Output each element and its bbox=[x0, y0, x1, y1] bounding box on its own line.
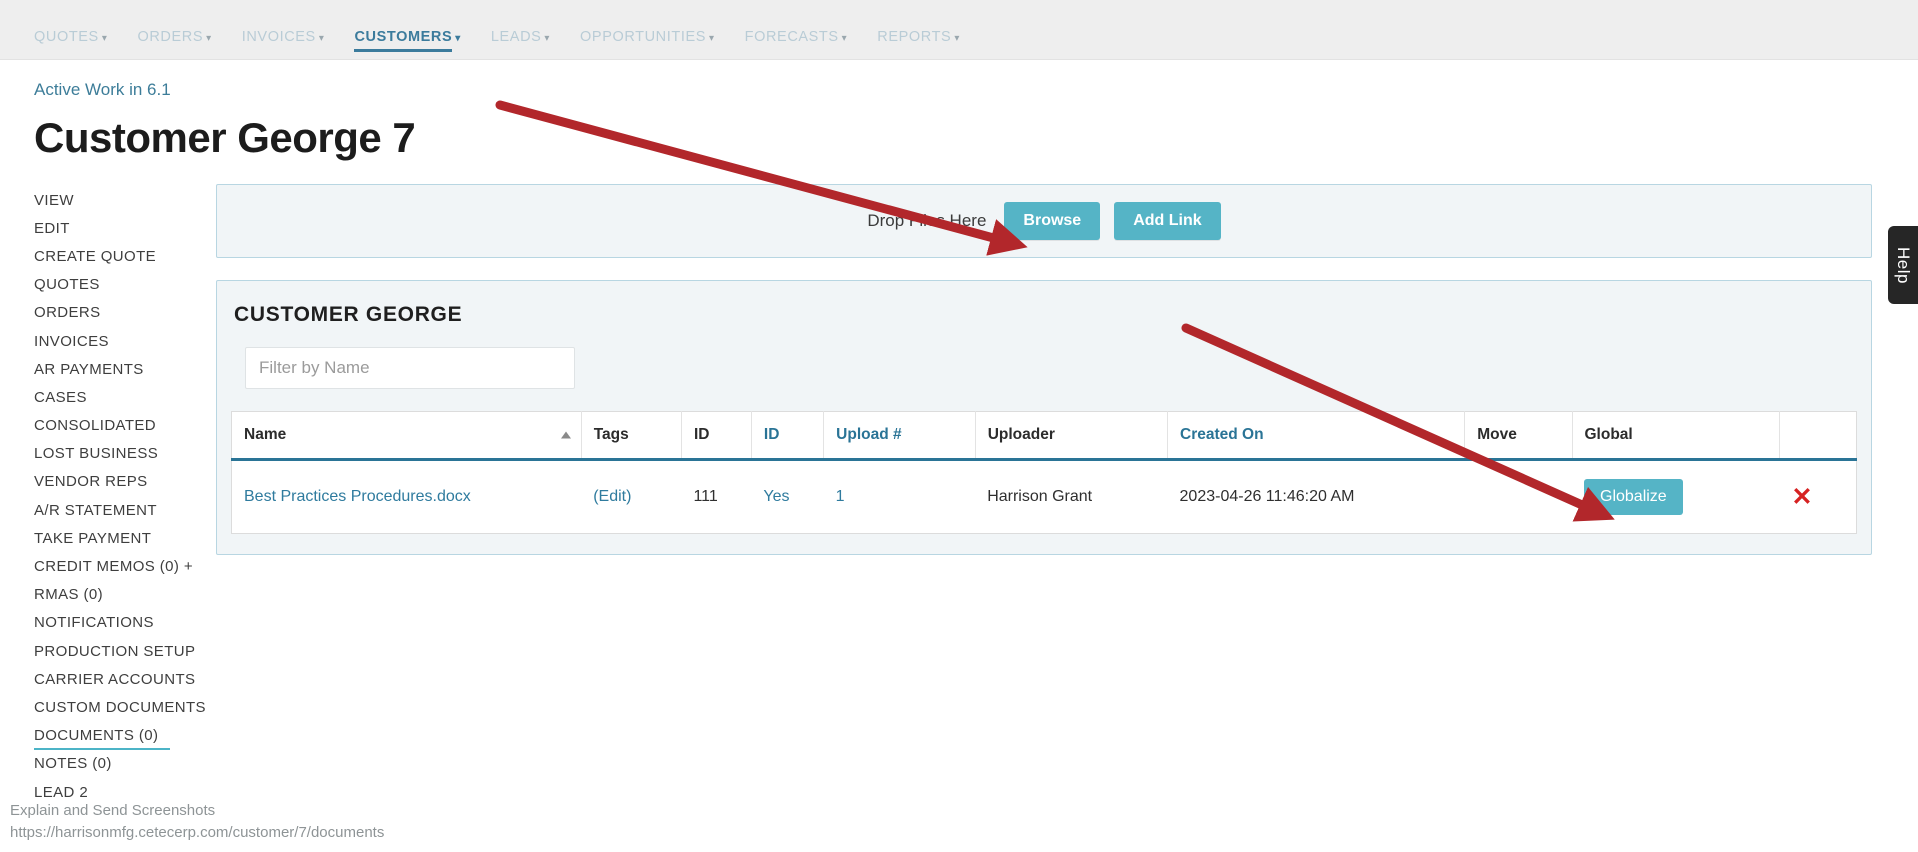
chevron-down-icon: ▾ bbox=[318, 33, 325, 44]
chevron-down-icon: ▾ bbox=[206, 33, 212, 44]
cell-document-name: Best Practices Procedures.docx bbox=[231, 459, 582, 534]
section-title: CUSTOMER GEORGE bbox=[234, 303, 463, 326]
column-header-tags[interactable]: Tags bbox=[581, 411, 682, 461]
column-header-id[interactable]: ID bbox=[681, 411, 752, 461]
column-header-actions bbox=[1779, 411, 1857, 461]
cell-id-link: Yes bbox=[751, 459, 824, 534]
documents-table: Name Tags ID ID Upload # Uploader Create… bbox=[231, 411, 1857, 534]
column-header-move[interactable]: Move bbox=[1464, 411, 1573, 461]
documents-table-header: Name Tags ID ID Upload # Uploader Create… bbox=[231, 411, 1857, 461]
sidebar-item-notes[interactable]: NOTES (0) bbox=[34, 750, 196, 778]
main-content: Drop Files Here Browse Add Link CUSTOMER… bbox=[196, 162, 1918, 555]
sidebar-item-production-setup[interactable]: PRODUCTION SETUP bbox=[34, 637, 196, 665]
nav-item-leads[interactable]: LEADS ▾ bbox=[491, 29, 550, 59]
page-title: Customer George 7 bbox=[34, 114, 416, 161]
add-link-button[interactable]: Add Link bbox=[1114, 202, 1221, 240]
sort-ascending-icon[interactable] bbox=[560, 431, 571, 439]
status-bar-url: https://harrisonmfg.cetecerp.com/custome… bbox=[10, 824, 385, 841]
id-yes-link[interactable]: Yes bbox=[763, 488, 789, 505]
column-header-name[interactable]: Name bbox=[231, 411, 582, 461]
sidebar-item-rmas[interactable]: RMAS (0) bbox=[34, 581, 196, 609]
browse-button[interactable]: Browse bbox=[1004, 202, 1101, 240]
globalize-button[interactable]: Globalize bbox=[1584, 479, 1683, 515]
table-header-row: Name Tags ID ID Upload # Uploader Create… bbox=[231, 411, 1857, 461]
sidebar-item-invoices[interactable]: INVOICES bbox=[34, 327, 196, 355]
nav-item-reports[interactable]: REPORTS ▾ bbox=[877, 29, 960, 59]
sidebar-item-notifications[interactable]: NOTIFICATIONS bbox=[34, 609, 196, 637]
top-navigation-bar: QUOTES ▾ ORDERS ▾ INVOICES ▾ CUSTOMERS ▾ LEA… bbox=[0, 0, 1918, 60]
sidebar-item-carrier-accounts[interactable]: CARRIER ACCOUNTS bbox=[34, 665, 196, 693]
table-row: Best Practices Procedures.docx (Edit) 11… bbox=[231, 459, 1857, 534]
breadcrumb[interactable]: Active Work in 6.1 bbox=[34, 80, 171, 100]
column-header-global[interactable]: Global bbox=[1572, 411, 1780, 461]
sidebar-item-cases[interactable]: CASES bbox=[34, 383, 196, 411]
nav-item-reports-label: REPORTS bbox=[877, 29, 952, 45]
sidebar-item-lost-business[interactable]: LOST BUSINESS bbox=[34, 440, 196, 468]
nav-item-customers[interactable]: CUSTOMERS ▾ bbox=[354, 29, 460, 59]
nav-item-opportunities-label: OPPORTUNITIES bbox=[580, 29, 707, 45]
chevron-down-icon: ▾ bbox=[954, 33, 960, 44]
column-header-name-label: Name bbox=[244, 426, 287, 443]
cell-tags: (Edit) bbox=[581, 459, 682, 534]
column-header-upload-number[interactable]: Upload # bbox=[823, 411, 976, 461]
nav-item-quotes-label: QUOTES bbox=[34, 29, 99, 45]
extension-overlay-title: Explain and Send Screenshots bbox=[10, 802, 216, 819]
sidebar-item-take-payment[interactable]: TAKE PAYMENT bbox=[34, 524, 196, 552]
sidebar-item-quotes[interactable]: QUOTES bbox=[34, 271, 196, 299]
chevron-down-icon: ▾ bbox=[709, 33, 715, 44]
nav-item-invoices[interactable]: INVOICES ▾ bbox=[242, 29, 325, 59]
chevron-down-icon: ▾ bbox=[841, 33, 848, 44]
sidebar-item-view[interactable]: VIEW bbox=[34, 186, 196, 214]
page-body: VIEW EDIT CREATE QUOTE QUOTES ORDERS INV… bbox=[0, 162, 1918, 806]
cell-upload-number: 1 bbox=[823, 459, 976, 534]
sidebar-item-credit-memos[interactable]: CREDIT MEMOS (0) + bbox=[34, 552, 196, 580]
cell-id: 111 bbox=[681, 459, 752, 534]
sidebar-item-consolidated[interactable]: CONSOLIDATED bbox=[34, 412, 196, 440]
delete-icon[interactable]: ✕ bbox=[1791, 484, 1812, 510]
chevron-down-icon: ▾ bbox=[455, 33, 461, 44]
chevron-down-icon: ▾ bbox=[544, 33, 551, 44]
document-name-link[interactable]: Best Practices Procedures.docx bbox=[244, 488, 471, 505]
documents-panel: CUSTOMER GEORGE Name Tags ID ID Upload #… bbox=[216, 280, 1872, 555]
nav-item-orders[interactable]: ORDERS ▾ bbox=[137, 29, 211, 59]
sidebar-item-ar-payments[interactable]: AR PAYMENTS bbox=[34, 355, 196, 383]
drop-files-here-label: Drop Files Here bbox=[867, 211, 987, 230]
nav-item-leads-label: LEADS bbox=[490, 29, 542, 45]
sidebar-item-documents[interactable]: DOCUMENTS (0) bbox=[34, 722, 196, 750]
nav-item-opportunities[interactable]: OPPORTUNITIES ▾ bbox=[580, 29, 715, 59]
cell-global: Globalize bbox=[1572, 459, 1780, 534]
nav-item-customers-label: CUSTOMERS bbox=[354, 29, 453, 45]
cell-move bbox=[1464, 459, 1572, 534]
nav-item-orders-label: ORDERS bbox=[137, 29, 204, 45]
documents-table-body: Best Practices Procedures.docx (Edit) 11… bbox=[231, 459, 1857, 534]
cell-created-on: 2023-04-26 11:46:20 AM bbox=[1167, 459, 1465, 534]
edit-tags-link[interactable]: (Edit) bbox=[593, 488, 631, 505]
cell-delete: ✕ bbox=[1779, 459, 1857, 534]
sidebar-item-vendor-reps[interactable]: VENDOR REPS bbox=[34, 468, 196, 496]
chevron-down-icon: ▾ bbox=[101, 33, 108, 44]
column-header-id-link[interactable]: ID bbox=[751, 411, 825, 461]
sidebar-item-create-quote[interactable]: CREATE QUOTE bbox=[34, 242, 196, 270]
file-upload-dropzone[interactable]: Drop Files Here Browse Add Link bbox=[216, 184, 1872, 258]
sidebar-navigation: VIEW EDIT CREATE QUOTE QUOTES ORDERS INV… bbox=[0, 162, 206, 806]
column-header-uploader[interactable]: Uploader bbox=[975, 411, 1169, 461]
help-tab-label: Help bbox=[1894, 246, 1913, 284]
cell-uploader: Harrison Grant bbox=[975, 459, 1168, 534]
nav-item-quotes[interactable]: QUOTES ▾ bbox=[34, 29, 107, 59]
nav-item-forecasts[interactable]: FORECASTS ▾ bbox=[745, 29, 848, 59]
nav-item-forecasts-label: FORECASTS bbox=[744, 29, 839, 45]
column-header-created-on[interactable]: Created On bbox=[1167, 411, 1466, 461]
filter-by-name-input[interactable] bbox=[245, 347, 575, 389]
upload-number-link[interactable]: 1 bbox=[836, 488, 845, 505]
sidebar-item-edit[interactable]: EDIT bbox=[34, 214, 196, 242]
sidebar-item-orders[interactable]: ORDERS bbox=[34, 299, 196, 327]
nav-item-invoices-label: INVOICES bbox=[241, 29, 316, 45]
help-tab[interactable]: Help bbox=[1888, 226, 1918, 304]
sidebar-item-custom-documents[interactable]: CUSTOM DOCUMENTS bbox=[34, 693, 206, 721]
sidebar-item-ar-statement[interactable]: A/R STATEMENT bbox=[34, 496, 196, 524]
